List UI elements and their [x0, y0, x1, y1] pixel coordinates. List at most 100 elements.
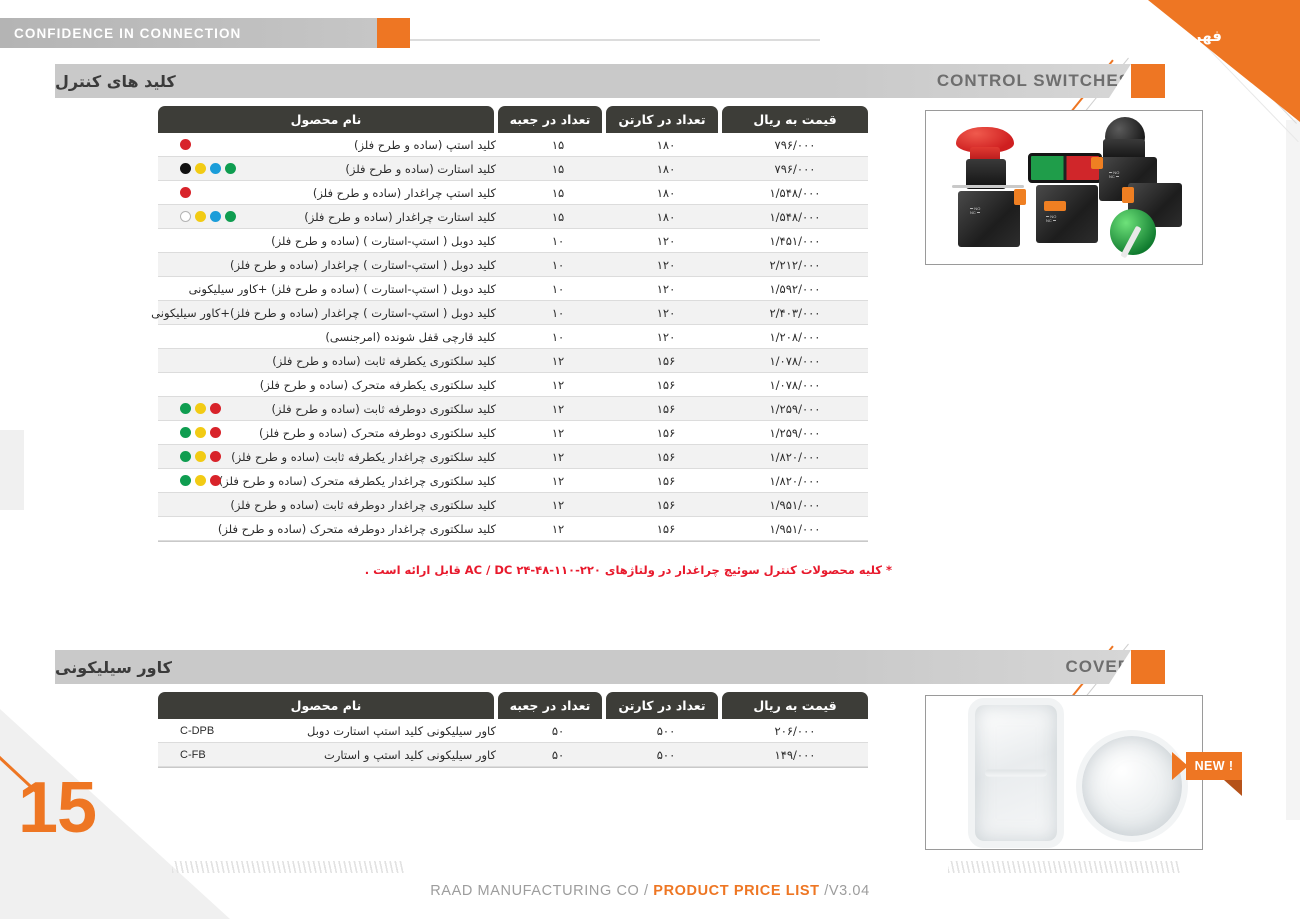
cell-per-carton: ۱۲۰ — [610, 277, 722, 300]
cell-per-box: ۱۵ — [506, 133, 610, 156]
section-title-fa: کلید های کنترل — [55, 72, 200, 91]
color-swatch-dot — [180, 139, 191, 150]
cell-per-box: ۵۰ — [506, 743, 610, 766]
cell-product-name: کلید دوبل ( استپ-استارت ) چراغدار (ساده … — [170, 301, 506, 324]
table-row: ۱/۰۷۸/۰۰۰۱۵۶۱۲کلید سلکتوری یکطرفه متحرک … — [158, 373, 868, 397]
product-name-text: کلید استپ چراغدار (ساده و طرح فلز) — [313, 186, 496, 200]
cell-per-box: ۱۵ — [506, 205, 610, 228]
cell-per-carton: ۱۸۰ — [610, 181, 722, 204]
color-swatch-dot — [225, 211, 236, 222]
product-image-cover — [925, 695, 1203, 850]
control-switches-note: * کلیه محصولات کنترل سوئیچ چراغدار در ول… — [365, 563, 892, 577]
product-name-text: کلید دوبل ( استپ-استارت ) (ساده و طرح فل… — [189, 282, 496, 296]
section-header-cover: COVER کاور سیلیکونی — [55, 650, 1165, 684]
cell-per-carton: ۱۵۶ — [610, 469, 722, 492]
color-swatch-group — [180, 187, 191, 198]
cell-per-box: ۵۰ — [506, 719, 610, 742]
color-swatch-dot — [180, 163, 191, 174]
table-row: ۱/۲۵۹/۰۰۰۱۵۶۱۲کلید سلکتوری دوطرفه متحرک … — [158, 421, 868, 445]
table-row: ۱۴۹/۰۰۰۵۰۰۵۰کاور سیلیکونی کلید استپ و اس… — [158, 743, 868, 767]
price-table-cover: قیمت به ریال تعداد در کارتن تعداد در جعب… — [158, 692, 868, 768]
cell-per-carton: ۱۲۰ — [610, 253, 722, 276]
color-swatch-group — [180, 475, 221, 486]
cell-product-name: کلید سلکتوری دوطرفه ثابت (ساده و طرح فلز… — [170, 397, 506, 420]
color-swatch-dot — [195, 451, 206, 462]
table-row: ۷۹۶/۰۰۰۱۸۰۱۵کلید استارت (ساده و طرح فلز) — [158, 157, 868, 181]
cell-per-box: ۱۰ — [506, 229, 610, 252]
table-row: ۱/۸۲۰/۰۰۰۱۵۶۱۲کلید سلکتوری چراغدار یکطرف… — [158, 469, 868, 493]
product-name-text: کلید دوبل ( استپ-استارت ) (ساده و طرح فل… — [271, 234, 496, 248]
footer-version: /V3.04 — [824, 883, 870, 899]
color-swatch-group — [180, 211, 236, 222]
color-swatch-dot — [180, 475, 191, 486]
table-bottom-rule — [158, 767, 868, 768]
right-edge-strip — [1286, 120, 1300, 820]
product-name-text: کلید دوبل ( استپ-استارت ) چراغدار (ساده … — [230, 258, 496, 272]
cell-per-carton: ۵۰۰ — [610, 743, 722, 766]
color-swatch-group — [180, 403, 221, 414]
cell-product-name: کلید استارت (ساده و طرح فلز) — [170, 157, 506, 180]
product-name-text: کاور سیلیکونی کلید استپ و استارت — [324, 748, 496, 762]
cell-price: ۲/۴۰۳/۰۰۰ — [722, 301, 868, 324]
brand-banner: CONFIDENCE IN CONNECTION — [0, 18, 410, 48]
product-name-text: کلید قارچی قفل شونده (امرجنسی) — [325, 330, 496, 344]
table-row: ۱/۵۴۸/۰۰۰۱۸۰۱۵کلید استارت چراغدار (ساده … — [158, 205, 868, 229]
color-swatch-dot — [180, 187, 191, 198]
product-name-text: کلید استپ (ساده و طرح فلز) — [354, 138, 496, 152]
cell-per-box: ۱۵ — [506, 157, 610, 180]
table-row: ۱/۹۵۱/۰۰۰۱۵۶۱۲کلید سلکتوری چراغدار دوطرف… — [158, 517, 868, 541]
product-name-text: کاور سیلیکونی کلید استپ استارت دوبل — [307, 724, 496, 738]
color-swatch-dot — [225, 163, 236, 174]
note-text: * کلیه محصولات کنترل سوئیچ چراغدار در ول… — [365, 563, 892, 577]
table-row: ۷۹۶/۰۰۰۱۸۰۱۵ کلید استپ (ساده و طرح فلز) — [158, 133, 868, 157]
cell-product-name: کلید سلکتوری چراغدار دوطرفه ثابت (ساده و… — [170, 493, 506, 516]
cell-price: ۷۹۶/۰۰۰ — [722, 133, 868, 156]
cell-per-carton: ۱۵۶ — [610, 349, 722, 372]
column-header-product: نام محصول — [158, 692, 494, 719]
cell-product-name: کلید دوبل ( استپ-استارت ) چراغدار (ساده … — [170, 253, 506, 276]
index-tab-label-wrap[interactable]: فهرست > — [1148, 0, 1300, 122]
column-header-per-carton: تعداد در کارتن — [606, 692, 718, 719]
table-body: ۲۰۶/۰۰۰۵۰۰۵۰ کاور سیلیکونی کلید استپ استا… — [158, 719, 868, 767]
cell-per-box: ۱۲ — [506, 373, 610, 396]
table-row: ۱/۲۵۹/۰۰۰۱۵۶۱۲کلید سلکتوری دوطرفه ثابت (… — [158, 397, 868, 421]
cell-per-carton: ۱۸۰ — [610, 133, 722, 156]
silicone-cover-rectangular — [968, 698, 1064, 848]
footer-hatch-left — [172, 861, 404, 873]
color-swatch-dot — [210, 163, 221, 174]
section-title-fa: کاور سیلیکونی — [55, 658, 196, 677]
cell-per-carton: ۱۲۰ — [610, 229, 722, 252]
footer-title: PRODUCT PRICE LIST — [653, 883, 819, 899]
column-header-price: قیمت به ریال — [722, 692, 868, 719]
table-row: ۱/۵۹۲/۰۰۰۱۲۰۱۰کلید دوبل ( استپ-استارت ) … — [158, 277, 868, 301]
color-swatch-dot — [180, 451, 191, 462]
page-number: 15 — [18, 767, 96, 849]
cell-price: ۲۰۶/۰۰۰ — [722, 719, 868, 742]
color-swatch-dot — [195, 475, 206, 486]
product-name-text: کلید سلکتوری دوطرفه ثابت (ساده و طرح فلز… — [271, 402, 496, 416]
cell-price: ۱/۹۵۱/۰۰۰ — [722, 493, 868, 516]
cell-price: ۱/۹۵۱/۰۰۰ — [722, 517, 868, 540]
color-swatch-dot — [180, 427, 191, 438]
cell-per-box: ۱۰ — [506, 253, 610, 276]
color-swatch-dot — [210, 403, 221, 414]
cell-price: ۱/۸۲۰/۰۰۰ — [722, 469, 868, 492]
cell-price: ۱/۵۴۸/۰۰۰ — [722, 181, 868, 204]
cell-price: ۱۴۹/۰۰۰ — [722, 743, 868, 766]
left-grey-slab — [0, 430, 24, 510]
table-row: ۱/۴۵۱/۰۰۰۱۲۰۱۰کلید دوبل ( استپ-استارت ) … — [158, 229, 868, 253]
cell-per-carton: ۱۸۰ — [610, 157, 722, 180]
cell-per-box: ۱۵ — [506, 181, 610, 204]
brand-banner-rule — [410, 39, 820, 41]
table-row: ۱/۸۲۰/۰۰۰۱۵۶۱۲کلید سلکتوری چراغدار یکطرف… — [158, 445, 868, 469]
column-header-per-carton: تعداد در کارتن — [606, 106, 718, 133]
cell-per-carton: ۱۲۰ — [610, 301, 722, 324]
cell-product-name: کلید دوبل ( استپ-استارت ) (ساده و طرح فل… — [170, 229, 506, 252]
color-swatch-dot — [210, 475, 221, 486]
color-swatch-dot — [210, 451, 221, 462]
cell-product-name: کاور سیلیکونی کلید استپ و استارتC-FB — [170, 743, 506, 766]
product-image-control-switches: ⎓ NONC ⎓ ⎓ NONC ⎓ ⎓ NONC ⎓ — [925, 110, 1203, 265]
cell-per-box: ۱۲ — [506, 421, 610, 444]
color-swatch-group — [180, 139, 191, 150]
product-name-text: کلید سلکتوری یکطرفه متحرک (ساده و طرح فل… — [260, 378, 496, 392]
